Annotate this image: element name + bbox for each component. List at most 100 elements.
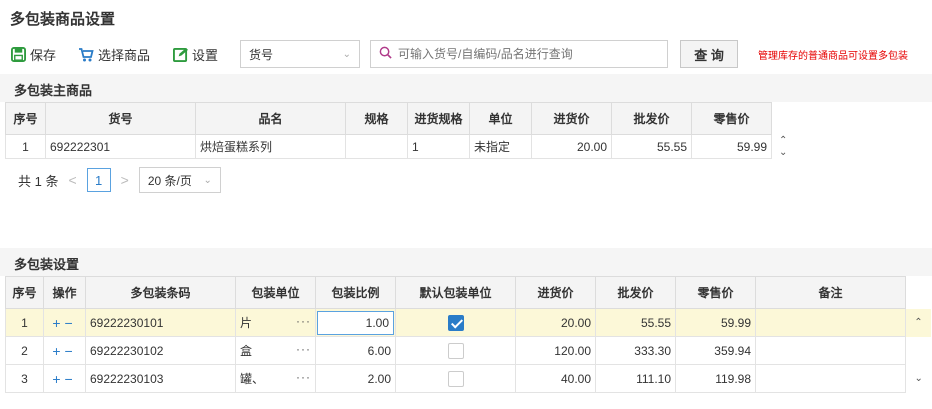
default-checkbox[interactable]	[447, 370, 464, 387]
scrollbar-track[interactable]	[906, 337, 932, 365]
cell-pack-ratio[interactable]: 1.00	[315, 308, 396, 337]
col-wholesale-price: 批发价	[595, 276, 676, 309]
query-button[interactable]: 查 询	[680, 40, 739, 68]
save-button[interactable]: 保存	[10, 45, 56, 64]
pack-table-header: 序号 操作 多包装条码 包装单位 包装比例 默认包装单位 进货价 批发价 零售价…	[5, 276, 932, 309]
cell-pack-ratio[interactable]: 6.00	[315, 336, 396, 365]
page-title: 多包装商品设置	[0, 0, 932, 34]
main-table: 序号 货号 品名 规格 进货规格 单位 进货价 批发价 零售价 1 692222…	[5, 102, 795, 159]
settings-label: 设置	[192, 47, 219, 63]
next-page-icon[interactable]: >	[121, 172, 129, 188]
scroll-down-icon[interactable]: ⌄	[906, 365, 932, 393]
cell-purchase-price: 20.00	[531, 134, 612, 159]
cell-name: 烘焙蛋糕系列	[195, 134, 346, 159]
row-actions: +−	[43, 364, 86, 393]
settings-button[interactable]: 设置	[172, 45, 218, 64]
cell-barcode[interactable]: 69222230101	[85, 308, 236, 337]
remove-row-icon[interactable]: −	[65, 343, 77, 359]
add-row-icon[interactable]: +	[52, 343, 64, 359]
row-actions: +−	[43, 308, 86, 337]
cell-retail-price: 59.99	[675, 308, 756, 337]
cell-no: 1	[5, 134, 46, 159]
pack-unit-value: 盒	[240, 344, 253, 358]
chevron-down-icon: ⌄	[203, 174, 212, 186]
cell-purchase-price: 120.00	[515, 336, 596, 365]
add-row-icon[interactable]: +	[52, 315, 64, 331]
cell-retail-price: 59.99	[691, 134, 772, 159]
cell-unit: 未指定	[469, 134, 532, 159]
cell-barcode[interactable]: 69222230102	[85, 336, 236, 365]
col-default-unit: 默认包装单位	[395, 276, 516, 309]
cell-pack-unit[interactable]: 片 ···	[235, 308, 316, 337]
col-no: 序号	[5, 276, 44, 309]
cell-default-unit[interactable]	[395, 336, 516, 365]
default-checkbox[interactable]	[447, 342, 464, 359]
cell-spec	[345, 134, 408, 159]
cell-wholesale-price: 55.55	[595, 308, 676, 337]
scrollbar[interactable]: ⌃ ⌄	[772, 135, 795, 159]
cell-pack-unit[interactable]: 罐、 ···	[235, 364, 316, 393]
col-name: 品名	[195, 102, 346, 135]
save-label: 保存	[30, 47, 57, 63]
save-icon	[10, 46, 26, 62]
select-goods-button[interactable]: 选择商品	[78, 45, 150, 64]
cell-pack-ratio[interactable]: 2.00	[315, 364, 396, 393]
edit-icon	[172, 46, 188, 62]
page-number[interactable]: 1	[86, 168, 111, 192]
cell-wholesale-price: 333.30	[595, 336, 676, 365]
page-size-select[interactable]: 20 条/页 ⌄	[138, 167, 221, 193]
cell-remark[interactable]	[755, 364, 906, 393]
col-wholesale-price: 批发价	[611, 102, 692, 135]
cell-barcode[interactable]: 69222230103	[85, 364, 236, 393]
scroll-gutter	[905, 276, 932, 309]
cell-no: 2	[5, 336, 44, 365]
search-input[interactable]	[398, 47, 660, 61]
toolbar: 保存 选择商品 设置 货号 ⌄ 查 询 管理库存的普通商品可设置多包装	[0, 34, 932, 74]
cell-default-unit[interactable]	[395, 364, 516, 393]
search-icon	[379, 46, 392, 62]
remove-row-icon[interactable]: −	[65, 315, 77, 331]
pack-ratio-input[interactable]: 1.00	[317, 310, 394, 335]
more-icon[interactable]: ···	[296, 314, 311, 328]
remove-row-icon[interactable]: −	[65, 371, 77, 387]
table-row[interactable]: 2 +− 69222230102 盒 ··· 6.00 120.00 333.30…	[5, 336, 932, 365]
default-checkbox-checked[interactable]	[447, 314, 464, 331]
cell-remark[interactable]	[755, 336, 906, 365]
col-purchase-spec: 进货规格	[407, 102, 470, 135]
col-retail-price: 零售价	[691, 102, 772, 135]
add-row-icon[interactable]: +	[52, 371, 64, 387]
table-row[interactable]: 1 +− 69222230101 片 ··· 1.00 20.00 55.55 5…	[5, 308, 932, 337]
search-field-select[interactable]: 货号 ⌄	[240, 40, 361, 68]
cell-retail-price: 119.98	[675, 364, 756, 393]
table-row[interactable]: 1 692222301 烘焙蛋糕系列 1 未指定 20.00 55.55 59.…	[5, 134, 795, 159]
cell-purchase-price: 40.00	[515, 364, 596, 393]
search-box[interactable]	[370, 40, 669, 68]
cell-no: 1	[5, 308, 44, 337]
search-field-value: 货号	[249, 47, 274, 62]
chevron-down-icon: ⌄	[342, 48, 352, 60]
col-unit: 单位	[469, 102, 532, 135]
prev-page-icon[interactable]: <	[68, 172, 76, 188]
col-remark: 备注	[755, 276, 906, 309]
tip-text: 管理库存的普通商品可设置多包装	[758, 50, 909, 62]
page-size-value: 20 条/页	[147, 173, 192, 188]
table-row[interactable]: 3 +− 69222230103 罐、 ··· 2.00 40.00 111.10…	[5, 364, 932, 393]
col-purchase-price: 进货价	[515, 276, 596, 309]
col-code: 货号	[45, 102, 196, 135]
cell-pack-unit[interactable]: 盒 ···	[235, 336, 316, 365]
scroll-down-icon[interactable]: ⌄	[779, 147, 787, 159]
more-icon[interactable]: ···	[296, 370, 311, 384]
cell-default-unit[interactable]	[395, 308, 516, 337]
more-icon[interactable]: ···	[296, 342, 311, 356]
col-pack-ratio: 包装比例	[315, 276, 396, 309]
cell-remark[interactable]	[755, 308, 906, 337]
pack-table: 序号 操作 多包装条码 包装单位 包装比例 默认包装单位 进货价 批发价 零售价…	[5, 276, 932, 393]
pack-section-title: 多包装设置	[0, 248, 932, 276]
scroll-up-icon[interactable]: ⌃	[905, 308, 932, 337]
total-count: 共 1 条	[18, 173, 59, 189]
scroll-up-icon[interactable]: ⌃	[779, 135, 787, 147]
cart-icon	[78, 46, 94, 62]
main-table-header: 序号 货号 品名 规格 进货规格 单位 进货价 批发价 零售价	[5, 102, 795, 135]
select-goods-label: 选择商品	[98, 47, 151, 63]
col-spec: 规格	[345, 102, 408, 135]
